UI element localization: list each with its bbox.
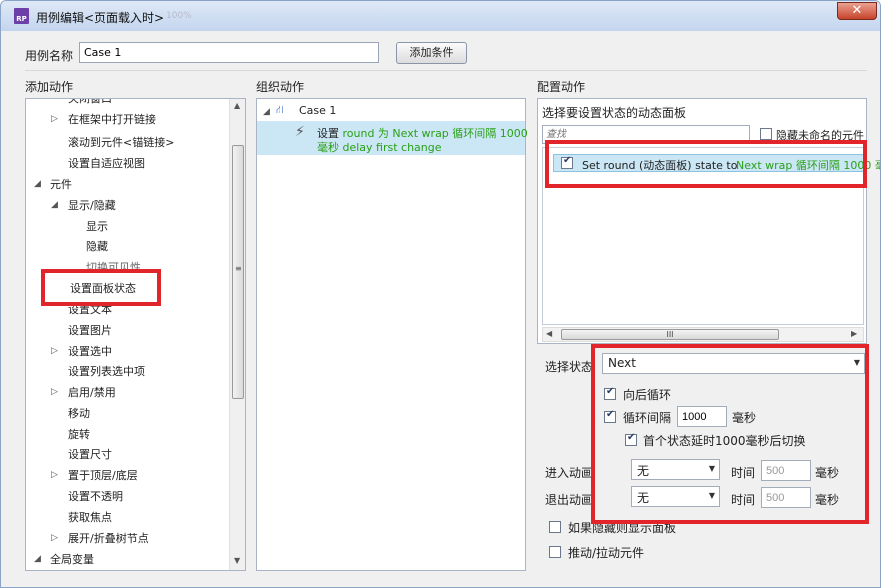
tree-item-set-opacity[interactable]: 设置不透明 [68, 486, 123, 507]
tree-item-rotate[interactable]: 旋转 [68, 424, 90, 445]
highlight-box [591, 344, 869, 524]
scrollbar-thumb[interactable]: ≡ [232, 145, 244, 399]
tree-item-show[interactable]: 显示 [86, 216, 108, 237]
case-node[interactable]: Case 1 [299, 100, 336, 121]
expand-arrow-icon[interactable]: ▷ [51, 533, 58, 543]
expand-arrow-icon[interactable]: ▷ [51, 346, 58, 356]
expand-arrow-icon[interactable]: ▷ [51, 470, 58, 480]
case-name-input[interactable] [79, 42, 379, 63]
case-icon: ⛙ [276, 103, 284, 116]
highlight-box [41, 269, 161, 306]
tree-item-open-in-frame[interactable]: 在框架中打开链接 [68, 109, 156, 130]
title-ghost-text: 100% [166, 11, 192, 21]
hscroll-thumb[interactable]: III [561, 329, 779, 340]
tree-item-set-size[interactable]: 设置尺寸 [68, 444, 112, 465]
lightning-icon: ⚡ [295, 124, 305, 140]
organize-action-tree: ◢ ⛙ Case 1 ⚡ 设置 round 为 Next wrap 循环间隔 1… [256, 98, 528, 571]
collapse-arrow-icon[interactable]: ◢ [34, 554, 41, 564]
tree-item-enable-disable[interactable]: 启用/禁用 [68, 382, 116, 403]
tree-item-set-list-selected[interactable]: 设置列表选中项 [68, 361, 145, 382]
select-state-label: 选择状态 [545, 360, 594, 374]
action-tree-scrollbar[interactable]: ▲ ≡ ▼ [229, 99, 245, 570]
window-title: 用例编辑<页面载入时> [36, 11, 165, 25]
tree-item-widgets[interactable]: 元件 [50, 174, 72, 195]
tree-item-global-variables[interactable]: 全局变量 [50, 549, 94, 570]
hide-unnamed-checkbox[interactable] [760, 128, 772, 140]
collapse-arrow-icon[interactable]: ◢ [51, 200, 58, 210]
title-bar[interactable]: RP 用例编辑<页面载入时> 100% ✕ [1, 1, 880, 31]
scroll-right-icon[interactable]: ▶ [851, 329, 857, 338]
exit-animation-label: 退出动画 [545, 493, 594, 507]
collapse-arrow-icon[interactable]: ◢ [263, 107, 270, 117]
show-if-hidden-checkbox[interactable] [549, 521, 561, 533]
case-name-label: 用例名称 [25, 49, 74, 63]
tree-item-set-selected[interactable]: 设置选中 [68, 341, 112, 362]
scroll-down-icon[interactable]: ▼ [234, 556, 240, 565]
tree-item-adaptive-view[interactable]: 设置自适应视图 [68, 153, 145, 174]
collapse-arrow-icon[interactable]: ◢ [34, 179, 41, 189]
add-action-heading: 添加动作 [25, 80, 74, 94]
tree-item-hide[interactable]: 隐藏 [86, 236, 108, 257]
tree-item-set-image[interactable]: 设置图片 [68, 320, 112, 341]
action-tree: 关闭窗口 ▷ 在框架中打开链接 滚动到元件<锚链接> 设置自适应视图 ◢ 元件 … [25, 98, 246, 571]
tree-item-move[interactable]: 移动 [68, 403, 90, 424]
action-detail: 毫秒 delay first change [317, 141, 442, 154]
close-button[interactable]: ✕ [837, 2, 877, 20]
scroll-up-icon[interactable]: ▲ [234, 101, 240, 110]
expand-arrow-icon[interactable]: ▷ [51, 114, 58, 124]
enter-animation-label: 进入动画 [545, 466, 594, 480]
organize-action-heading: 组织动作 [256, 80, 305, 94]
push-pull-label: 推动/拉动元件 [568, 546, 645, 560]
action-node-selected[interactable]: ⚡ 设置 round 为 Next wrap 循环间隔 1000 毫秒 dela… [257, 121, 528, 155]
expand-arrow-icon[interactable]: ▷ [51, 387, 58, 397]
app-icon: RP [14, 8, 29, 24]
tree-item-focus[interactable]: 获取焦点 [68, 507, 112, 528]
tree-item-bring-front-back[interactable]: 置于顶层/底层 [68, 465, 138, 486]
divider [25, 70, 867, 71]
tree-item-close-window[interactable]: 关闭窗口 [68, 99, 112, 109]
panel-list-hscrollbar[interactable]: ◀ III ▶ [542, 327, 864, 342]
panel-select-area: 选择要设置状态的动态面板 隐藏未命名的元件 Set round (动态面板) s… [537, 98, 880, 344]
tree-item-show-hide[interactable]: 显示/隐藏 [68, 195, 116, 216]
grip-icon: ≡ [235, 264, 242, 273]
highlight-box [545, 140, 867, 188]
configure-action-heading: 配置动作 [537, 80, 586, 94]
select-panel-label: 选择要设置状态的动态面板 [542, 106, 687, 120]
tree-item-expand-collapse-node[interactable]: 展开/折叠树节点 [68, 528, 149, 549]
push-pull-checkbox[interactable] [549, 546, 561, 558]
scroll-left-icon[interactable]: ◀ [546, 329, 552, 338]
tree-item-scroll-to[interactable]: 滚动到元件<锚链接> [68, 132, 174, 153]
case-editor-dialog: RP 用例编辑<页面载入时> 100% ✕ 用例名称 添加条件 添加动作 组织动… [0, 0, 881, 588]
add-condition-button[interactable]: 添加条件 [396, 42, 467, 64]
